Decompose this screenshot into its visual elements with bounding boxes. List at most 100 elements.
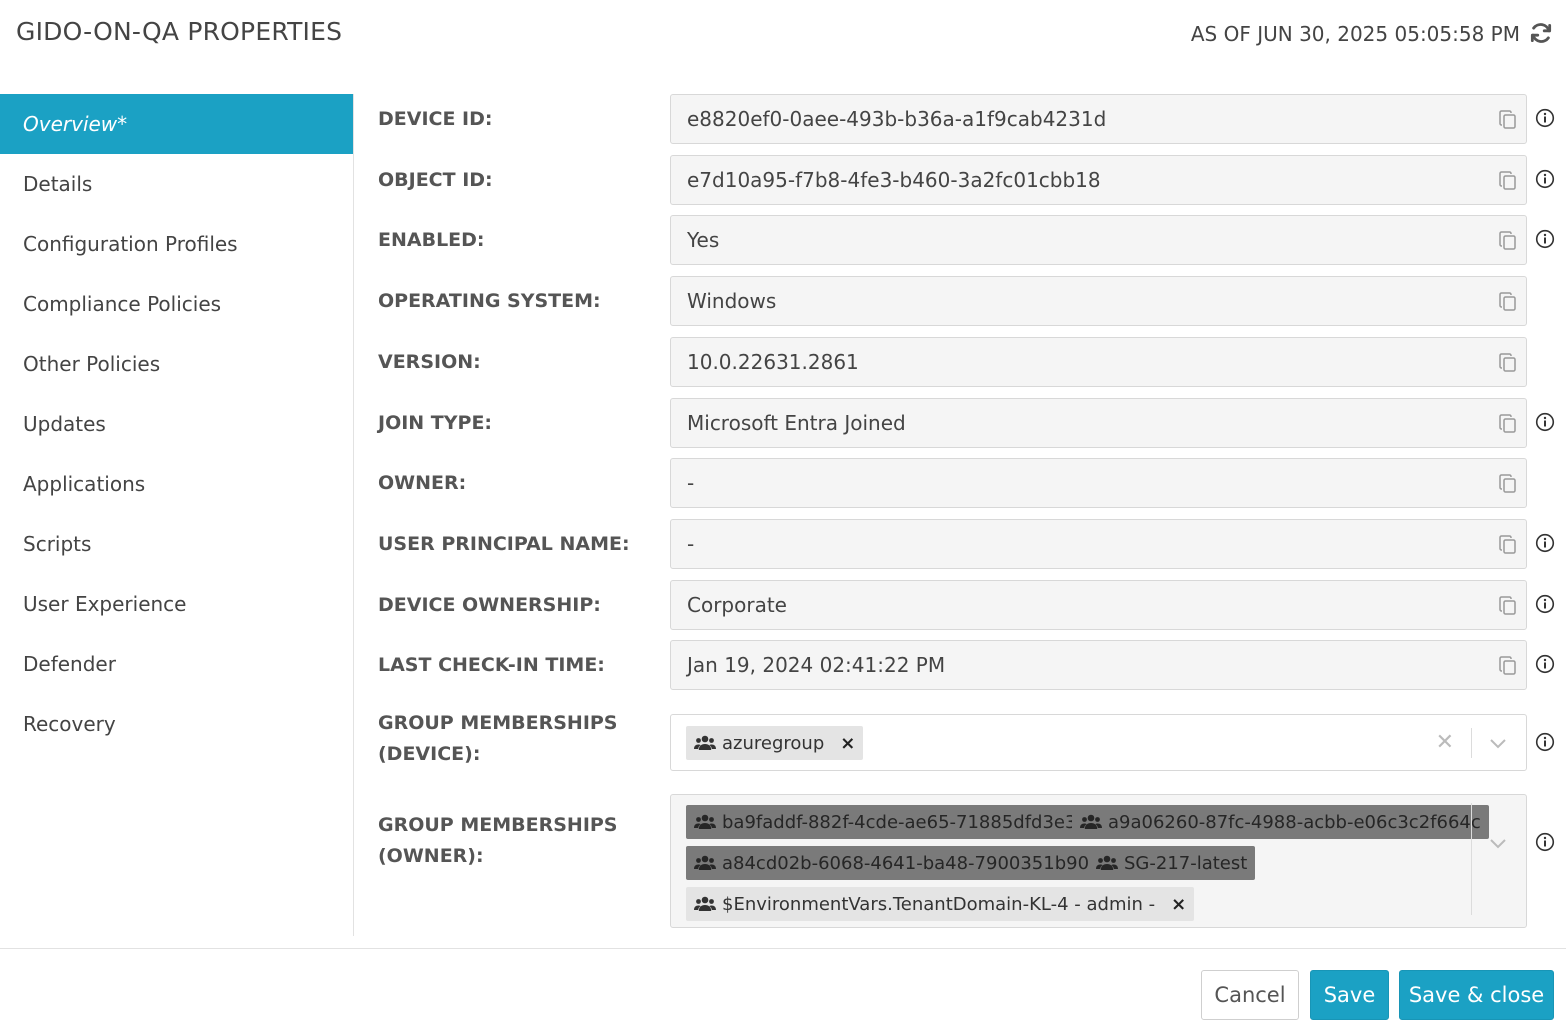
save-and-close-button[interactable]: Save & close [1399, 970, 1554, 1020]
sidebar-item-other-policies[interactable]: Other Policies [0, 334, 353, 394]
chevron-down-icon[interactable] [1488, 735, 1508, 751]
as-of-timestamp: AS OF JUN 30, 2025 05:05:58 PM [1190, 22, 1520, 46]
user-principal-name-value: - [687, 532, 695, 556]
copy-icon[interactable] [1496, 229, 1520, 253]
operating-system-value: Windows [687, 289, 777, 313]
chip-label: SG-217-latest [1124, 852, 1248, 874]
sidebar-nav: Overview* Details Configuration Profiles… [0, 94, 354, 936]
users-icon [694, 855, 716, 870]
join-type-field[interactable]: Microsoft Entra Joined [670, 398, 1527, 448]
copy-icon[interactable] [1496, 654, 1520, 678]
cancel-button[interactable]: Cancel [1201, 970, 1299, 1020]
users-icon [1096, 855, 1118, 870]
sidebar-item-user-experience[interactable]: User Experience [0, 574, 353, 634]
device-ownership-label: DEVICE OWNERSHIP: [378, 594, 601, 616]
group-chip: a84cd02b-6068-4641-ba48-7900351b90bb [686, 846, 1120, 880]
version-label: VERSION: [378, 351, 481, 373]
sidebar-item-overview[interactable]: Overview* [0, 94, 353, 154]
last-check-in-time-label: LAST CHECK-IN TIME: [378, 654, 605, 676]
sidebar-item-recovery[interactable]: Recovery [0, 694, 353, 754]
copy-icon[interactable] [1496, 533, 1520, 557]
refresh-icon[interactable] [1526, 18, 1556, 48]
enabled-field[interactable]: Yes [670, 215, 1527, 265]
users-icon [694, 735, 716, 750]
device-id-value: e8820ef0-0aee-493b-b36a-a1f9cab4231d [687, 107, 1107, 131]
version-value: 10.0.22631.2861 [687, 350, 859, 374]
label-line: GROUP MEMBERSHIPS [378, 712, 618, 734]
dialog-header: GIDO-ON-QA PROPERTIES AS OF JUN 30, 2025… [0, 0, 1566, 70]
owner-value: - [687, 471, 695, 495]
operating-system-label: OPERATING SYSTEM: [378, 290, 601, 312]
version-field[interactable]: 10.0.22631.2861 [670, 337, 1527, 387]
enabled-label: ENABLED: [378, 229, 485, 251]
chip-label: $EnvironmentVars.TenantDomain-KL-4 - adm… [722, 893, 1156, 915]
copy-icon[interactable] [1496, 169, 1520, 193]
info-icon[interactable] [1535, 594, 1555, 614]
chip-label: a9a06260-87fc-4988-acbb-e06c3c2f664c [1108, 811, 1481, 833]
copy-icon[interactable] [1496, 594, 1520, 618]
owner-label: OWNER: [378, 472, 467, 494]
copy-icon[interactable] [1496, 290, 1520, 314]
save-button[interactable]: Save [1310, 970, 1389, 1020]
info-icon[interactable] [1535, 732, 1555, 752]
group-memberships-device-label: GROUP MEMBERSHIPS (DEVICE): [378, 708, 618, 770]
info-icon[interactable] [1535, 169, 1555, 189]
sidebar-item-applications[interactable]: Applications [0, 454, 353, 514]
info-icon[interactable] [1535, 412, 1555, 432]
object-id-field[interactable]: e7d10a95-f7b8-4fe3-b460-3a2fc01cbb18 [670, 155, 1527, 205]
chevron-down-icon [1490, 839, 1506, 849]
group-memberships-device-select[interactable]: azuregroup × ✕ [670, 714, 1527, 771]
operating-system-field[interactable]: Windows [670, 276, 1527, 326]
device-id-field[interactable]: e8820ef0-0aee-493b-b36a-a1f9cab4231d [670, 94, 1527, 144]
device-id-label: DEVICE ID: [378, 108, 493, 130]
users-icon [694, 896, 716, 911]
sidebar-item-details[interactable]: Details [0, 154, 353, 214]
sidebar-item-compliance-policies[interactable]: Compliance Policies [0, 274, 353, 334]
object-id-label: OBJECT ID: [378, 169, 493, 191]
join-type-value: Microsoft Entra Joined [687, 411, 906, 435]
dialog-title: GIDO-ON-QA PROPERTIES [16, 17, 343, 46]
sidebar-item-updates[interactable]: Updates [0, 394, 353, 454]
sidebar-item-scripts[interactable]: Scripts [0, 514, 353, 574]
device-ownership-field[interactable]: Corporate [670, 580, 1527, 630]
object-id-value: e7d10a95-f7b8-4fe3-b460-3a2fc01cbb18 [687, 168, 1101, 192]
chip-label: azuregroup [722, 732, 825, 754]
device-ownership-value: Corporate [687, 593, 787, 617]
info-icon[interactable] [1535, 654, 1555, 674]
info-icon[interactable] [1535, 832, 1555, 852]
last-check-in-time-field[interactable]: Jan 19, 2024 02:41:22 PM [670, 640, 1527, 690]
enabled-value: Yes [687, 228, 720, 252]
group-chip: ba9faddf-882f-4cde-ae65-71885dfd3e3d [686, 805, 1096, 839]
copy-icon[interactable] [1496, 412, 1520, 436]
dialog-footer: Cancel Save Save & close [0, 948, 1566, 1033]
sidebar-item-configuration-profiles[interactable]: Configuration Profiles [0, 214, 353, 274]
user-principal-name-label: USER PRINCIPAL NAME: [378, 533, 630, 555]
group-chip: $EnvironmentVars.TenantDomain-KL-4 - adm… [686, 887, 1195, 921]
group-chip: SG-217-latest [1088, 846, 1256, 880]
group-memberships-owner-select: ba9faddf-882f-4cde-ae65-71885dfd3e3d a9a… [670, 794, 1527, 928]
clear-all-icon[interactable]: ✕ [1436, 732, 1454, 754]
divider [1471, 803, 1472, 915]
label-line: (OWNER): [378, 845, 484, 867]
sidebar-item-defender[interactable]: Defender [0, 634, 353, 694]
chip-label: ba9faddf-882f-4cde-ae65-71885dfd3e3d [722, 811, 1088, 833]
copy-icon[interactable] [1496, 108, 1520, 132]
copy-icon[interactable] [1496, 351, 1520, 375]
users-icon [694, 814, 716, 829]
remove-chip-icon[interactable]: × [1171, 894, 1186, 915]
info-icon[interactable] [1535, 108, 1555, 128]
remove-chip-icon[interactable]: × [840, 733, 855, 754]
join-type-label: JOIN TYPE: [378, 412, 493, 434]
copy-icon[interactable] [1496, 472, 1520, 496]
chip-label: a84cd02b-6068-4641-ba48-7900351b90bb [722, 852, 1112, 874]
group-chip: azuregroup × [686, 726, 864, 760]
owner-field[interactable]: - [670, 458, 1527, 508]
info-icon[interactable] [1535, 533, 1555, 553]
users-icon [1080, 814, 1102, 829]
divider [1471, 728, 1472, 758]
group-chip: a9a06260-87fc-4988-acbb-e06c3c2f664c [1072, 805, 1489, 839]
label-line: (DEVICE): [378, 743, 481, 765]
user-principal-name-field[interactable]: - [670, 519, 1527, 569]
info-icon[interactable] [1535, 229, 1555, 249]
last-check-in-time-value: Jan 19, 2024 02:41:22 PM [687, 653, 946, 677]
